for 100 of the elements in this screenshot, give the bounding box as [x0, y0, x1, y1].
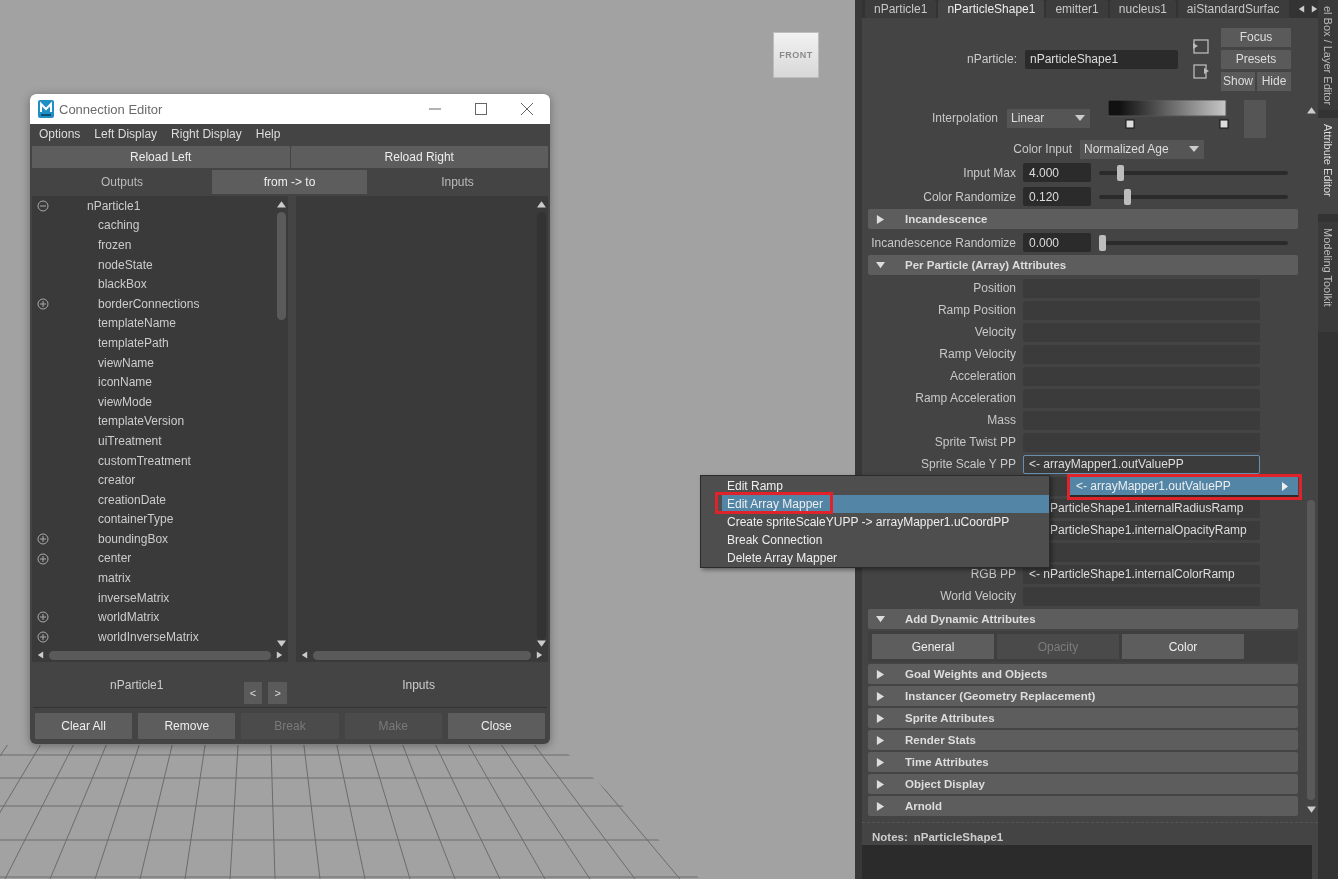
scroll-up-icon[interactable]	[277, 200, 286, 208]
scrollbar-thumb[interactable]	[313, 650, 531, 660]
number-field[interactable]: 4.000	[1023, 163, 1091, 182]
tree-item[interactable]: viewName	[32, 352, 275, 373]
menu-item[interactable]: Edit Array Mapper	[722, 495, 1049, 513]
expand-arrow-icon[interactable]	[876, 801, 885, 811]
header-button[interactable]: Hide	[1257, 71, 1291, 91]
slider-thumb[interactable]	[1124, 188, 1132, 205]
node-tab[interactable]: nParticle1	[865, 0, 937, 18]
section-header[interactable]: Instancer (Geometry Replacement)	[868, 686, 1298, 706]
section-header[interactable]: Sprite Attributes	[868, 708, 1298, 728]
scrollbar-thumb[interactable]	[49, 650, 271, 660]
menu-item[interactable]: Edit Ramp	[722, 477, 1049, 495]
expand-arrow-icon[interactable]	[876, 713, 885, 723]
tree-item[interactable]: templatePath	[32, 333, 275, 353]
tree-item[interactable]: creationDate	[32, 489, 275, 510]
collapse-arrow-icon[interactable]	[876, 260, 885, 270]
arrow-button[interactable]: >	[268, 682, 288, 704]
header-button[interactable]: Show	[1221, 71, 1255, 91]
collapse-icon[interactable]	[37, 200, 49, 212]
expand-arrow-icon[interactable]	[876, 757, 885, 767]
section-header[interactable]: Per Particle (Array) Attributes	[868, 255, 1298, 275]
scrollbar-thumb[interactable]	[277, 212, 286, 320]
tree-item[interactable]: nParticle1	[32, 196, 275, 216]
section-header[interactable]: Add Dynamic Attributes	[868, 609, 1298, 629]
menu-item[interactable]: Help	[248, 127, 288, 141]
output-icon[interactable]	[1193, 64, 1209, 79]
dropdown[interactable]: Normalized Age	[1080, 139, 1204, 159]
side-tab[interactable]: el Box / Layer Editor	[1318, 0, 1338, 110]
section-header[interactable]: Object Display	[868, 774, 1298, 794]
scroll-right-icon[interactable]	[1309, 5, 1318, 13]
node-name-field[interactable]: nParticleShape1	[1025, 49, 1178, 69]
slider-track[interactable]	[1099, 164, 1288, 181]
tree-item[interactable]: blackBox	[32, 274, 275, 294]
tree-item[interactable]: templateName	[32, 313, 275, 334]
scroll-up-icon[interactable]	[1306, 106, 1316, 114]
expand-arrow-icon[interactable]	[876, 735, 885, 745]
expand-icon[interactable]	[37, 631, 49, 644]
expand-arrow-icon[interactable]	[876, 691, 885, 701]
tree-item[interactable]: iconName	[32, 372, 275, 392]
tree-item[interactable]: frozen	[32, 235, 275, 255]
notes-field[interactable]	[862, 845, 1312, 879]
tree-item[interactable]: viewMode	[32, 391, 275, 412]
menu-item[interactable]: Options	[32, 127, 88, 141]
side-tab[interactable]: Attribute Editor	[1318, 118, 1338, 214]
scroll-down-icon[interactable]	[1306, 806, 1316, 814]
node-tab[interactable]: nucleus1	[1109, 0, 1176, 18]
number-field[interactable]: 0.120	[1023, 187, 1091, 206]
column-toggle[interactable]: from -> to	[212, 170, 367, 194]
scroll-right-icon[interactable]	[535, 651, 544, 659]
tree-item[interactable]: worldInverseMatrix	[32, 627, 275, 647]
column-toggle[interactable]: Outputs	[32, 170, 212, 194]
section-header[interactable]: Time Attributes	[868, 752, 1298, 772]
scrollbar-thumb[interactable]	[537, 212, 546, 640]
collapse-arrow-icon[interactable]	[876, 614, 885, 624]
action-button[interactable]: Close	[447, 713, 545, 739]
tab-button[interactable]: General	[872, 634, 994, 659]
tree-item[interactable]: center	[32, 548, 275, 569]
tree-item[interactable]: worldMatrix	[32, 607, 275, 628]
node-tab[interactable]: nParticleShape1	[938, 0, 1045, 18]
action-button[interactable]: Remove	[138, 713, 236, 739]
action-button[interactable]: Clear All	[35, 713, 133, 739]
expand-icon[interactable]	[37, 552, 49, 565]
tree-item[interactable]: creator	[32, 470, 275, 490]
tree-item[interactable]: templateVersion	[32, 411, 275, 432]
scroll-right-icon[interactable]	[275, 651, 284, 659]
tab-button[interactable]: Color	[1122, 634, 1244, 659]
section-header[interactable]: Arnold	[868, 796, 1298, 816]
tree-item[interactable]: borderConnections	[32, 293, 275, 314]
tree-item[interactable]: inverseMatrix	[32, 587, 275, 608]
text-field[interactable]: <- arrayMapper1.outValuePP	[1023, 454, 1260, 474]
slider-thumb[interactable]	[1117, 164, 1125, 181]
submenu-item[interactable]: <- arrayMapper1.outValuePP	[1070, 477, 1298, 497]
expand-icon[interactable]	[37, 297, 49, 310]
number-field[interactable]: 0.000	[1023, 233, 1091, 252]
dropdown[interactable]: Linear	[1007, 108, 1090, 128]
text-field[interactable]: <- nParticleShape1.internalColorRamp	[1023, 564, 1260, 584]
color-ramp[interactable]	[1108, 100, 1230, 132]
header-button[interactable]: Presets	[1221, 49, 1291, 69]
scroll-left-icon[interactable]	[36, 651, 45, 659]
input-icon[interactable]	[1193, 39, 1209, 54]
scroll-left-icon[interactable]	[300, 651, 309, 659]
slider-track[interactable]	[1099, 188, 1288, 205]
tree-item[interactable]: boundingBox	[32, 529, 275, 549]
tree-item[interactable]: customTreatment	[32, 450, 275, 471]
node-tab[interactable]: aiStandardSurfac	[1177, 0, 1289, 18]
section-header[interactable]: Incandescence	[868, 209, 1298, 229]
menu-item[interactable]: Right Display	[164, 127, 249, 141]
tree-item[interactable]: matrix	[32, 568, 275, 588]
reload-button[interactable]: Reload Right	[290, 146, 548, 168]
section-header[interactable]: Render Stats	[868, 730, 1298, 750]
side-tab[interactable]: Modeling Toolkit	[1318, 222, 1338, 332]
expand-arrow-icon[interactable]	[876, 669, 885, 679]
menu-item[interactable]: Delete Array Mapper	[722, 549, 1049, 567]
header-button[interactable]: Focus	[1221, 27, 1291, 47]
menu-item[interactable]: Left Display	[87, 127, 165, 141]
slider-track[interactable]	[1099, 234, 1288, 251]
expand-arrow-icon[interactable]	[876, 779, 885, 789]
slider-thumb[interactable]	[1099, 234, 1106, 251]
expand-icon[interactable]	[37, 611, 49, 624]
